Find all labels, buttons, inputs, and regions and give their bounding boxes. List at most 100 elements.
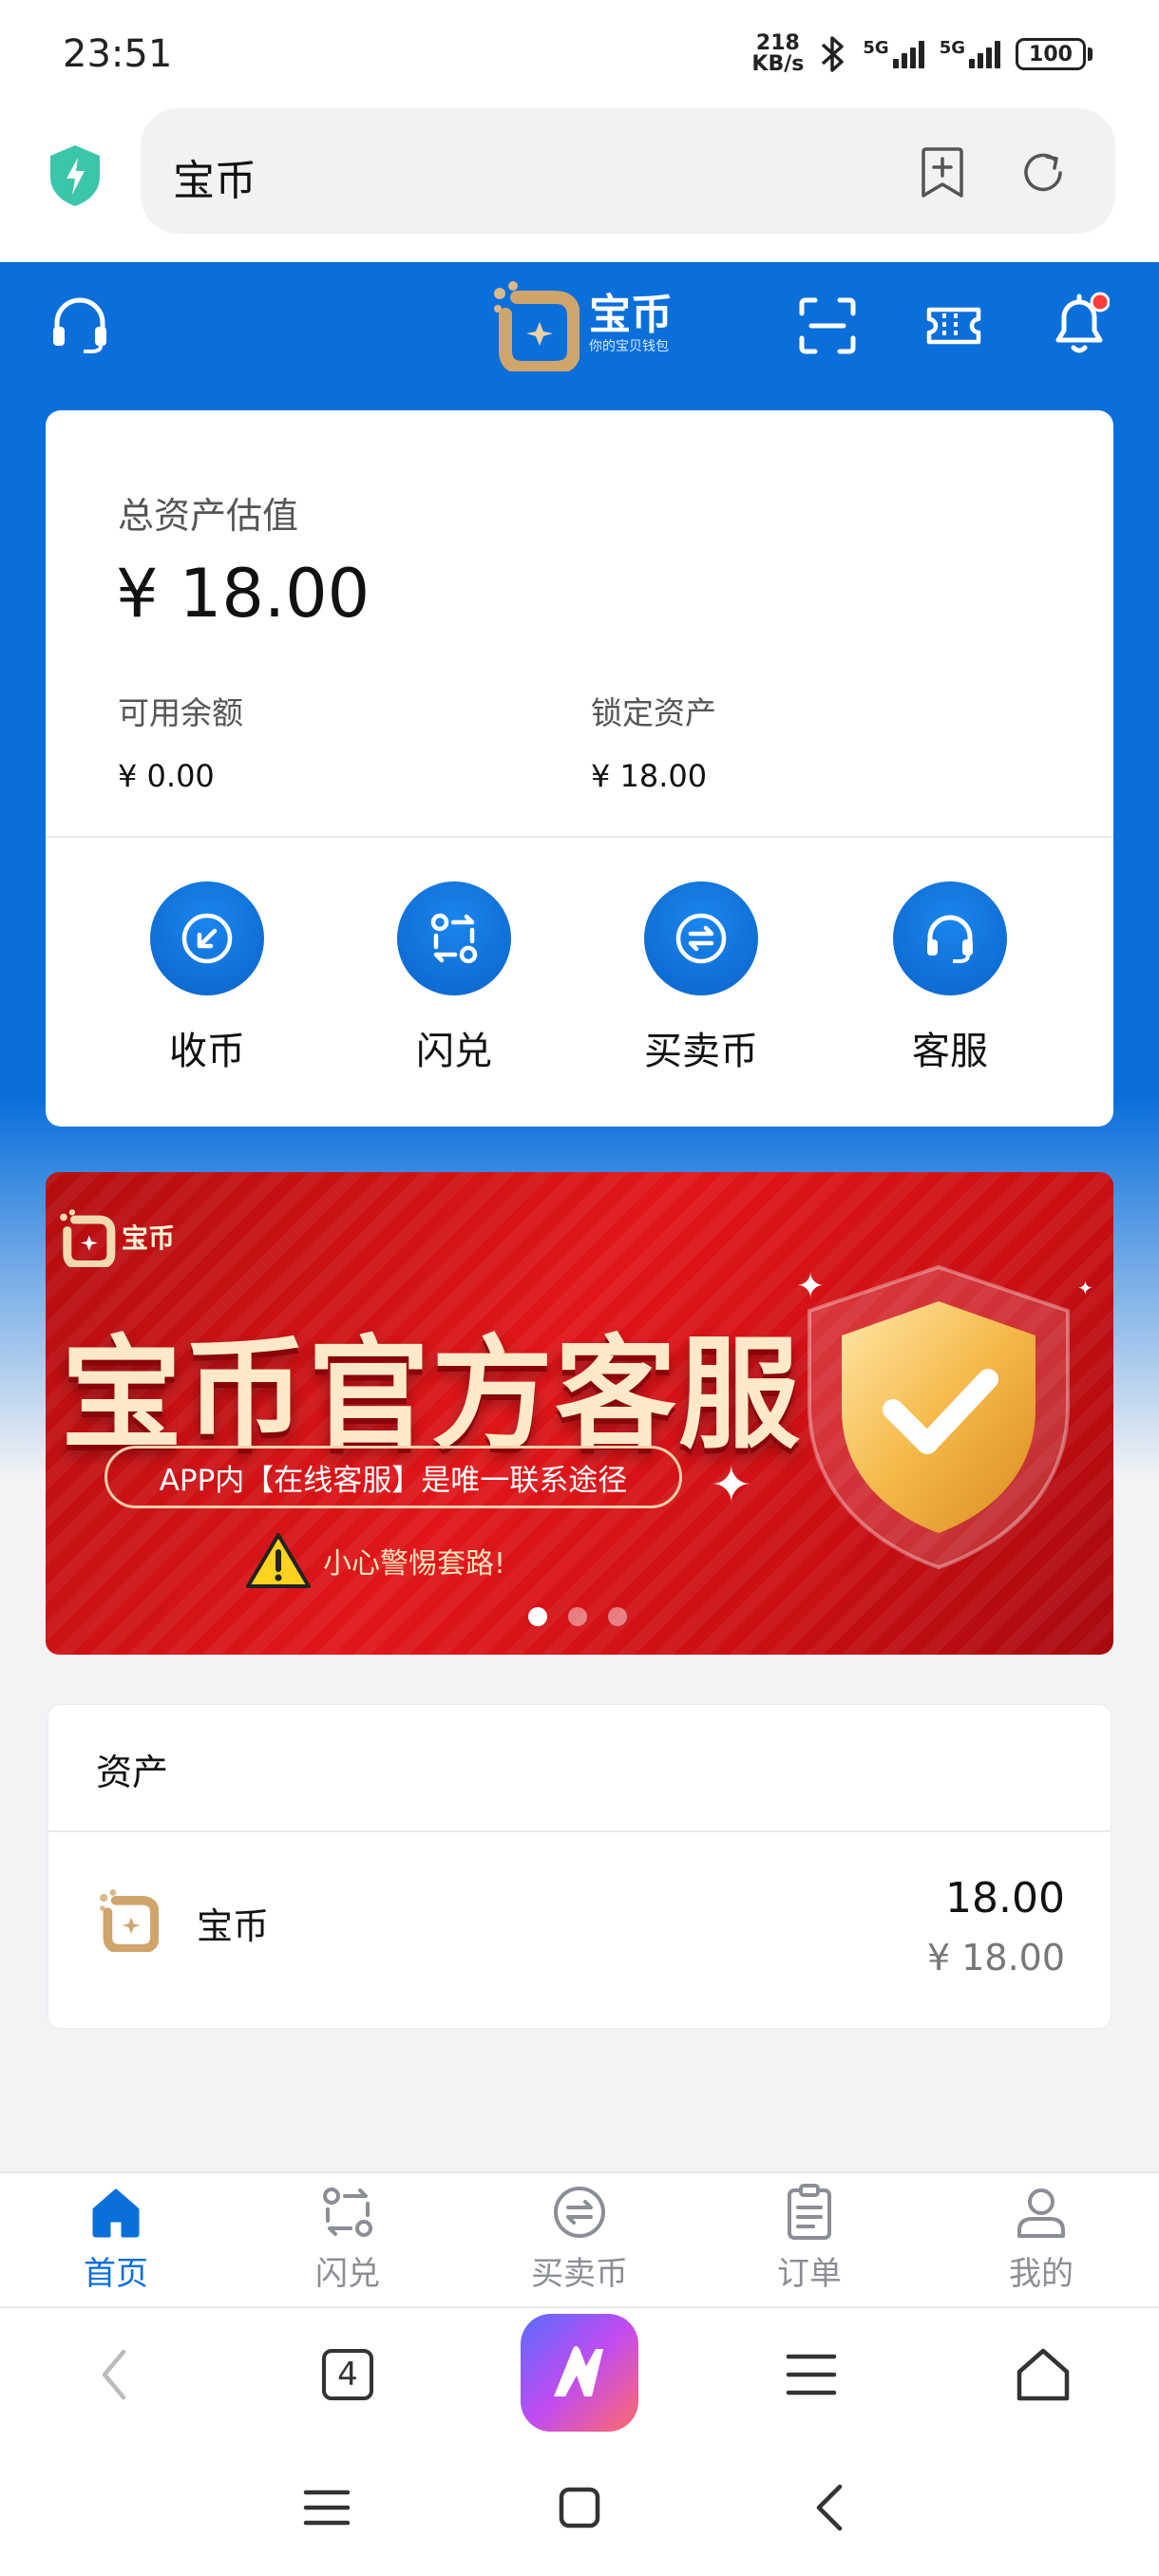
total-assets-value: ¥ 18.00 — [116, 555, 370, 633]
status-bar: 23:51 218 KB/s 5G 5G 100 — [0, 0, 1159, 104]
system-navigation-bar — [0, 2441, 1159, 2576]
signal-sim1-label: 5G — [863, 38, 889, 58]
sparkle-icon: ✦ — [796, 1267, 826, 1306]
network-speed-value: 218 — [755, 31, 800, 55]
available-balance-label: 可用余额 — [118, 694, 243, 731]
banner-logo: 宝币 — [55, 1206, 175, 1267]
banner-warning: 小心警惕套路! — [245, 1531, 505, 1590]
signal-sim2-label: 5G — [939, 38, 965, 58]
tab-home-label: 首页 — [84, 2255, 148, 2293]
action-swap-label: 闪兑 — [416, 1030, 492, 1073]
app-header: 宝币 你的宝贝钱包 — [0, 262, 1159, 405]
battery-level: 100 — [1016, 38, 1086, 70]
shield-check-icon — [808, 1264, 1070, 1570]
tab-home[interactable]: 首页 — [21, 2183, 211, 2294]
bookmark-add-icon[interactable] — [918, 146, 967, 199]
carousel-dot[interactable] — [568, 1607, 587, 1626]
locked-assets-value: ¥ 18.00 — [591, 758, 708, 794]
banner-notice: APP内【在线客服】是唯一联系途径 — [104, 1446, 682, 1508]
locked-assets-label: 锁定资产 — [591, 694, 716, 731]
tab-trade[interactable]: 买卖币 — [484, 2183, 674, 2294]
browser-back-button[interactable] — [76, 2337, 152, 2413]
brand-logo: 宝币 你的宝贝钱包 — [488, 272, 673, 376]
signal-sim2: 5G — [940, 40, 1000, 68]
carousel-dots — [528, 1607, 627, 1626]
action-receive-label: 收币 — [169, 1030, 245, 1073]
coin-value: ¥ 18.00 — [926, 1937, 1065, 1979]
sparkle-icon: ✦ — [1077, 1277, 1093, 1299]
headset-icon[interactable] — [49, 294, 110, 355]
available-balance-value: ¥ 0.00 — [118, 758, 215, 794]
browser-menu-button[interactable] — [773, 2337, 849, 2413]
swap-icon — [430, 913, 478, 964]
address-text[interactable]: 宝币 — [173, 146, 256, 207]
total-assets-label: 总资产估值 — [118, 495, 299, 537]
brand-subtitle: 你的宝贝钱包 — [589, 339, 669, 354]
trade-icon — [675, 913, 727, 964]
carousel-dot[interactable] — [528, 1607, 547, 1626]
brand-logo-icon — [60, 1209, 116, 1267]
warning-icon — [246, 1533, 311, 1588]
assets-list-card: 资产 宝币 18.00 ¥ 18.00 — [48, 1704, 1112, 2029]
signal-bars-icon — [969, 40, 1000, 68]
swap-icon — [323, 2188, 372, 2237]
status-time: 23:51 — [63, 32, 173, 76]
warning-text: 小心警惕套路! — [323, 1547, 506, 1581]
action-support-label: 客服 — [912, 1030, 988, 1073]
ticket-icon[interactable] — [925, 302, 982, 350]
coin-logo-icon — [100, 1889, 159, 1952]
card-divider — [46, 836, 1113, 838]
chevron-left-icon — [102, 2349, 126, 2400]
user-icon — [1017, 2188, 1065, 2238]
signal-sim1: 5G — [863, 38, 924, 68]
action-trade-label: 买卖币 — [644, 1030, 758, 1073]
tab-trade-label: 买卖币 — [531, 2255, 628, 2293]
list-item[interactable]: 宝币 18.00 ¥ 18.00 — [48, 1832, 1111, 2028]
tab-swap-label: 闪兑 — [315, 2255, 380, 2293]
system-menu-icon[interactable] — [298, 2479, 355, 2536]
carousel-dot[interactable] — [608, 1607, 627, 1626]
address-field[interactable]: 宝币 — [141, 108, 1115, 234]
system-back-icon[interactable] — [804, 2479, 861, 2536]
refresh-icon[interactable] — [1018, 148, 1068, 198]
tab-swap[interactable]: 闪兑 — [253, 2183, 443, 2294]
trade-icon — [554, 2187, 605, 2238]
locked-assets: 锁定资产 ¥ 18.00 — [591, 688, 716, 794]
receive-icon — [181, 913, 233, 964]
brand-logo-icon — [494, 281, 580, 371]
sparkle-icon: ✦ — [711, 1457, 752, 1514]
ai-logo-icon — [554, 2346, 603, 2396]
total-assets-card: 总资产估值 ¥ 18.00 可用余额 ¥ 0.00 锁定资产 ¥ 18.00 收… — [46, 410, 1113, 1127]
action-support-button[interactable]: 客服 — [855, 881, 1045, 1075]
tab-orders[interactable]: 订单 — [714, 2183, 904, 2294]
assets-title: 资产 — [96, 1752, 169, 1793]
battery-icon: 100 — [1016, 38, 1092, 70]
system-home-icon[interactable] — [551, 2479, 608, 2536]
browser-tabs-button[interactable]: 4 — [310, 2337, 386, 2413]
action-trade-button[interactable]: 买卖币 — [606, 881, 796, 1075]
home-icon — [92, 2188, 140, 2238]
action-swap-button[interactable]: 闪兑 — [359, 881, 549, 1075]
security-shield-icon[interactable] — [46, 142, 104, 209]
headset-icon — [927, 915, 973, 963]
banner-logo-text: 宝币 — [122, 1222, 176, 1254]
tab-profile[interactable]: 我的 — [946, 2183, 1136, 2294]
available-balance: 可用余额 ¥ 0.00 — [118, 688, 243, 794]
signal-bars-icon — [892, 40, 924, 68]
tabs-count: 4 — [322, 2349, 373, 2400]
browser-home-button[interactable] — [1005, 2337, 1081, 2413]
clipboard-icon — [788, 2184, 831, 2240]
network-speed: 218 KB/s — [751, 33, 804, 75]
ai-assistant-button[interactable] — [521, 2314, 638, 2432]
promo-banner[interactable]: 宝币 宝币官方客服 APP内【在线客服】是唯一联系途径 小心警惕套路! ✦ ✦ … — [46, 1172, 1113, 1655]
coin-name: 宝币 — [197, 1905, 270, 1947]
scan-icon[interactable] — [798, 296, 857, 355]
coin-amount: 18.00 — [945, 1874, 1065, 1923]
home-outline-icon — [1016, 2348, 1070, 2401]
bluetooth-icon — [822, 36, 845, 72]
notification-bell-icon[interactable] — [1049, 289, 1110, 359]
action-receive-button[interactable]: 收币 — [112, 881, 302, 1075]
network-speed-unit: KB/s — [751, 52, 805, 76]
tab-orders-label: 订单 — [777, 2255, 842, 2293]
browser-bottom-nav: 4 — [0, 2308, 1159, 2441]
